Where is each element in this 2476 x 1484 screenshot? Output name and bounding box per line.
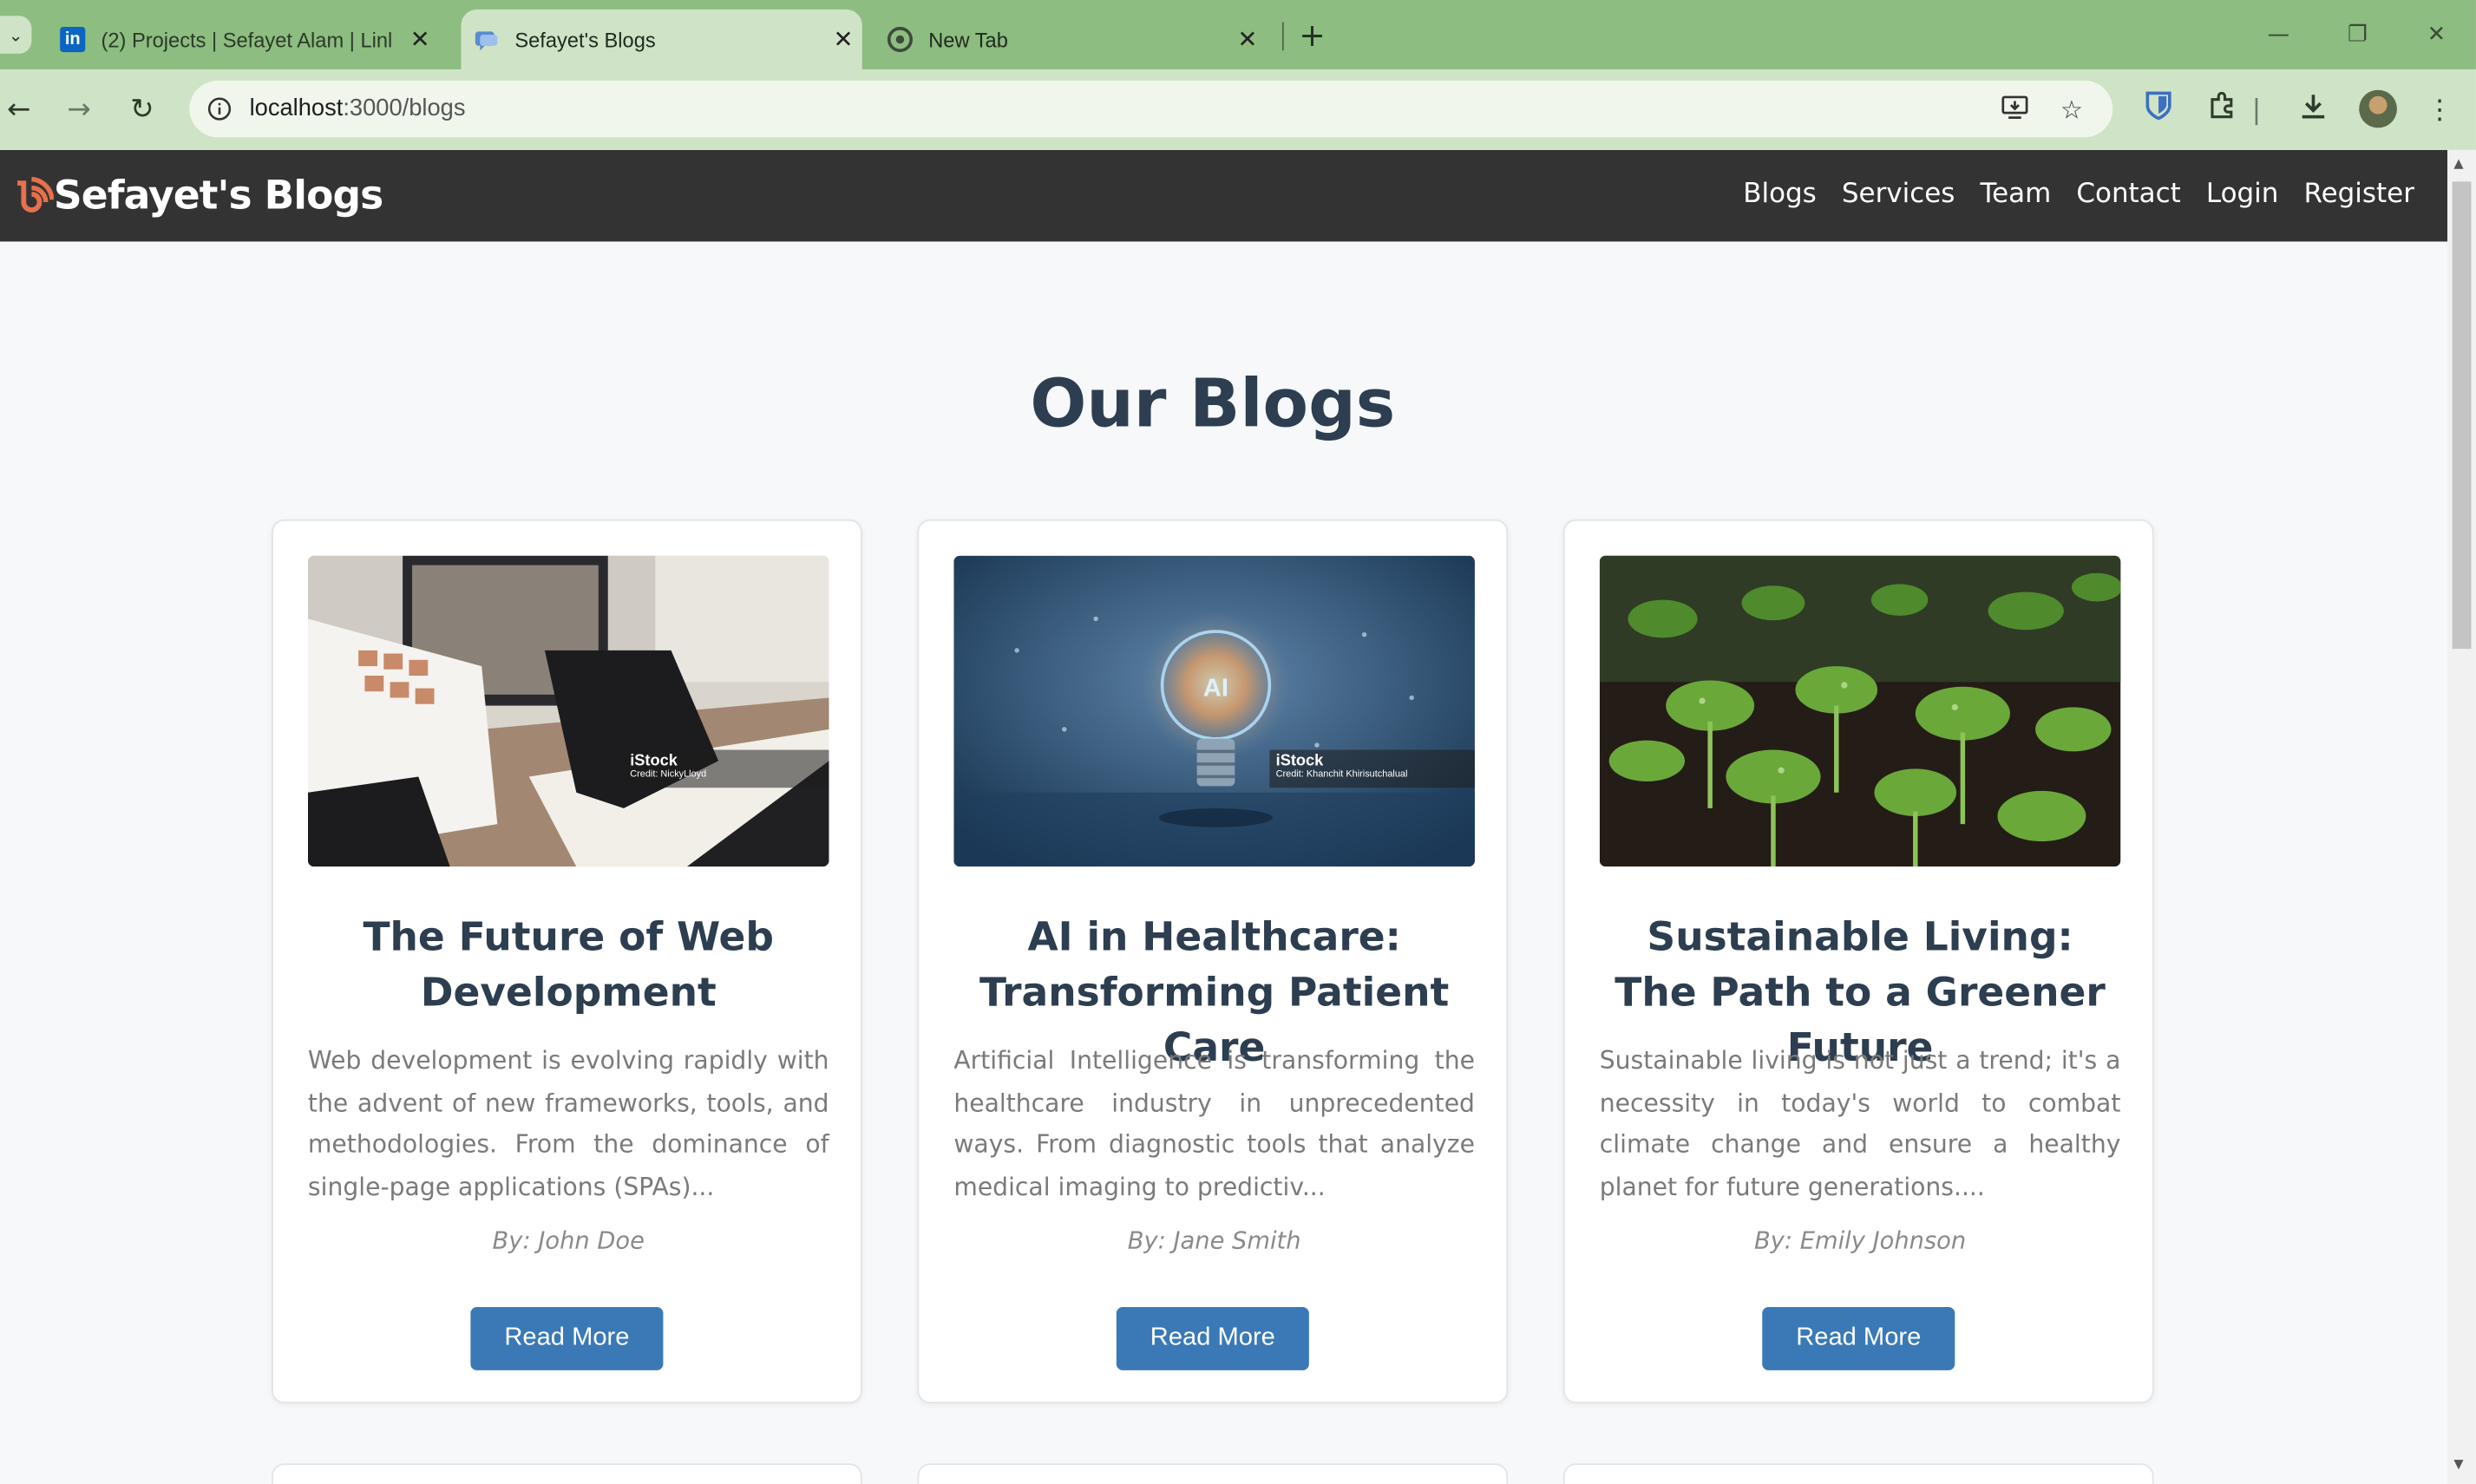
bookmark-star-icon[interactable]: ☆ [2054, 93, 2089, 127]
image-watermark: iStock Credit: Khanchit Khirisutchalual [1269, 749, 1475, 788]
extensions-puzzle-icon[interactable] [2201, 90, 2242, 131]
watermark-credit: Credit: Khanchit Khirisutchalual [1275, 770, 1408, 781]
install-app-icon[interactable] [1997, 93, 2032, 127]
blog-thumbnail-ai-healthcare: AI iStock Credit: Khanchit Khirisutchalu… [953, 555, 1475, 867]
nav-link-blogs[interactable]: Blogs [1743, 179, 1817, 210]
restore-icon[interactable]: ❐ [2339, 16, 2377, 54]
blog-logo-icon [17, 175, 54, 212]
toolbar-divider: | [2251, 95, 2262, 127]
close-tab-icon[interactable]: ✕ [401, 25, 439, 54]
profile-avatar[interactable] [2359, 89, 2397, 128]
nav-link-contact[interactable]: Contact [2076, 179, 2180, 210]
menu-kebab-icon[interactable]: ⋮ [2419, 90, 2460, 131]
new-tab-plus-icon[interactable]: + [1294, 16, 1329, 54]
blog-card-partial [272, 1463, 862, 1484]
downloads-icon[interactable] [2293, 90, 2334, 131]
nav-link-team[interactable]: Team [1980, 179, 2051, 210]
page-scrollbar[interactable]: ▲ ▼ [2447, 149, 2476, 1484]
close-window-icon[interactable]: ✕ [2418, 16, 2456, 54]
nav-link-services[interactable]: Services [1842, 179, 1955, 210]
back-arrow-icon[interactable]: ← [0, 92, 38, 130]
reload-icon[interactable]: ↻ [123, 92, 161, 130]
nav-link-register[interactable]: Register [2304, 179, 2414, 210]
blog-author: By: Jane Smith [1127, 1226, 1301, 1255]
forward-arrow-icon[interactable]: → [60, 92, 98, 130]
tab-sefayets-blogs[interactable]: Sefayet's Blogs ✕ [461, 9, 862, 70]
minimize-icon[interactable]: — [2260, 16, 2298, 54]
tab-title: New Tab [928, 27, 1008, 52]
tab-search-chevron-icon[interactable]: ⌄ [0, 16, 32, 54]
blog-card-partial [1562, 1463, 2154, 1484]
tab-title: (2) Projects | Sefayet Alam | Linl [101, 27, 393, 52]
browser-window: ⌄ in (2) Projects | Sefayet Alam | Linl … [0, 0, 2476, 1484]
read-more-button[interactable]: Read More [470, 1307, 664, 1370]
watermark-credit: Credit: NickyLloyd [630, 770, 707, 781]
blog-author: By: Emily Johnson [1753, 1226, 1967, 1255]
tab-title: Sefayet's Blogs [514, 27, 656, 52]
url-host: localhost [249, 95, 344, 122]
page-title: Our Blogs [1030, 364, 1396, 442]
linkedin-icon: in [60, 26, 86, 53]
svg-text:AI: AI [1203, 675, 1228, 703]
browser-toolbar: ← → ↻ localhost:3000/blogs ☆ | ⋮ [0, 69, 2476, 150]
scroll-up-arrow-icon[interactable]: ▲ [2453, 156, 2463, 170]
blog-excerpt: Web development is evolving rapidly with… [307, 1046, 829, 1202]
read-more-button[interactable]: Read More [1116, 1307, 1309, 1370]
main-nav: Blogs Services Team Contact Login Regist… [1718, 179, 2414, 210]
tab-strip: ⌄ in (2) Projects | Sefayet Alam | Linl … [0, 0, 2476, 70]
blog-title[interactable]: The Future of Web Development [308, 909, 829, 1019]
blog-author: By: John Doe [492, 1226, 645, 1255]
site-info-icon[interactable] [202, 92, 237, 127]
blog-excerpt: Sustainable living is not just a trend; … [1599, 1046, 2121, 1202]
blog-thumbnail-web-dev: iStock Credit: NickyLloyd [307, 555, 829, 867]
tab-new-tab[interactable]: New Tab ✕ [887, 10, 1267, 69]
blog-card: AI iStock Credit: Khanchit Khirisutchalu… [917, 519, 1509, 1404]
blog-card: iStock Credit: NickyLloyd The Future of … [272, 519, 862, 1404]
blog-icon [474, 27, 499, 52]
blog-excerpt: Artificial Intelligence is transforming … [953, 1046, 1475, 1202]
blog-thumbnail-sustainable-living [1599, 555, 2121, 867]
address-bar[interactable]: localhost:3000/blogs ☆ [189, 80, 2113, 138]
blog-card-partial [917, 1463, 1509, 1484]
scrollbar-thumb[interactable] [2452, 181, 2472, 650]
brand-logo-link[interactable]: Sefayet's Blogs [13, 172, 383, 218]
chrome-icon [887, 26, 914, 53]
close-tab-icon[interactable]: ✕ [824, 25, 862, 54]
watermark-brand: iStock [1275, 753, 1324, 771]
tab-linkedin[interactable]: in (2) Projects | Sefayet Alam | Linl ✕ [60, 10, 439, 69]
url-text[interactable]: localhost:3000/blogs [250, 95, 466, 121]
close-tab-icon[interactable]: ✕ [1228, 25, 1267, 54]
read-more-button[interactable]: Read More [1762, 1307, 1955, 1370]
web-page: Sefayet's Blogs Blogs Services Team Cont… [0, 149, 2448, 1484]
image-watermark: iStock Credit: NickyLloyd [623, 749, 829, 788]
url-path: :3000/blogs [343, 95, 466, 122]
blog-card: Sustainable Living: The Path to a Greene… [1562, 519, 2154, 1404]
bitwarden-shield-icon[interactable] [2138, 90, 2178, 131]
nav-link-login[interactable]: Login [2206, 179, 2278, 210]
site-navbar: Sefayet's Blogs Blogs Services Team Cont… [0, 149, 2448, 242]
brand-name: Sefayet's Blogs [53, 172, 383, 219]
watermark-brand: iStock [630, 753, 678, 771]
tab-divider [1281, 22, 1284, 51]
scroll-down-arrow-icon[interactable]: ▼ [2453, 1457, 2463, 1471]
